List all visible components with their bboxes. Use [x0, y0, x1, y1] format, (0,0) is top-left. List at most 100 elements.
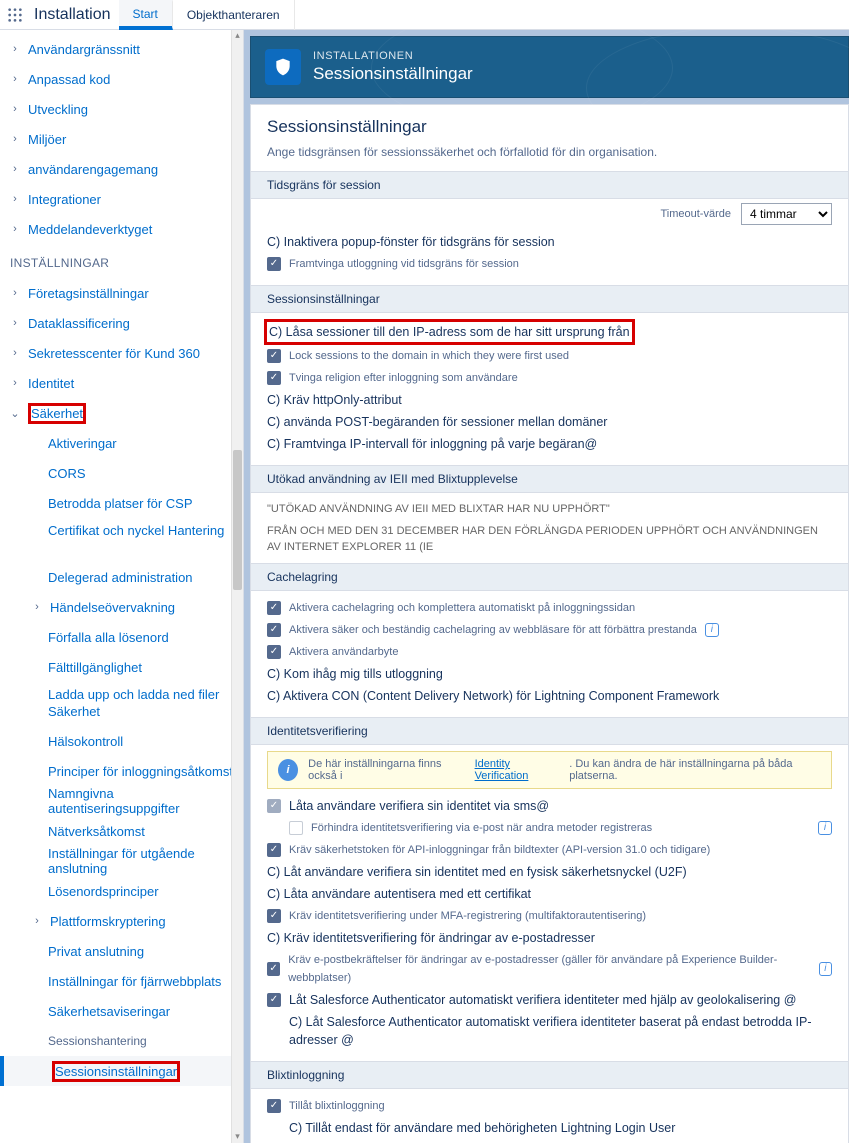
sidebar-item-password-policies[interactable]: Lösenordsprinciper — [0, 876, 243, 906]
checkbox-checked-icon[interactable] — [267, 645, 281, 659]
scroll-up-icon[interactable]: ▴ — [232, 30, 243, 42]
sidebar-item-security-alerts[interactable]: Säkerhetsaviseringar — [0, 996, 243, 1026]
session-httponly[interactable]: C) Kräv httpOnly-attribut — [267, 389, 832, 411]
checkbox-checked-icon[interactable] — [267, 371, 281, 385]
timeout-disable-popup[interactable]: C) Inaktivera popup-fönster för tidsgrän… — [267, 231, 832, 253]
sidebar-item-field-accessibility[interactable]: Fälttillgänglighet — [0, 652, 243, 682]
idv-block-email[interactable]: Förhindra identitetsverifiering via e-po… — [267, 817, 832, 839]
sidebar-item-remote-site[interactable]: Inställningar för fjärrwebbplats — [0, 966, 243, 996]
setting-label: Tillåt blixtinloggning — [289, 1097, 385, 1115]
sidebar-scrollbar[interactable]: ▴ ▾ — [231, 30, 243, 1143]
sidebar-item-outbound-conn[interactable]: Inställningar för utgående anslutning — [0, 846, 243, 876]
sidebar-item-environments[interactable]: ›Miljöer — [0, 124, 243, 154]
sidebar-item-label: användarengagemang — [28, 162, 158, 177]
checkbox-checked-icon[interactable] — [267, 909, 281, 923]
session-enforce-ip-range[interactable]: C) Framtvinga IP-intervall för inloggnin… — [267, 433, 832, 455]
main-area: INSTALLATIONEN Sessionsinställningar Ses… — [244, 30, 849, 1143]
idv-email-confirm[interactable]: Kräv e-postbekräftelser för ändringar av… — [267, 949, 832, 989]
cache-login-page[interactable]: Aktivera cachelagring och komplettera au… — [267, 597, 832, 619]
sidebar-item-custom-code[interactable]: ›Anpassad kod — [0, 64, 243, 94]
scroll-thumb[interactable] — [233, 450, 242, 590]
sidebar-item-security[interactable]: ⌄Säkerhet — [0, 398, 243, 428]
sidebar-item-activations[interactable]: Aktiveringar — [0, 428, 243, 458]
sidebar-item-cert-key[interactable]: Certifikat och nyckel Hantering — [0, 518, 243, 562]
cache-user-switching[interactable]: Aktivera användarbyte — [267, 641, 832, 663]
session-lock-ip[interactable]: C) Låsa sessioner till den IP-adress som… — [267, 319, 832, 345]
sidebar-item-label: Förfalla alla lösenord — [48, 630, 169, 645]
checkbox-checked-icon[interactable] — [267, 843, 281, 857]
checkbox-checked-icon[interactable] — [267, 962, 280, 976]
timeout-select[interactable]: 4 timmar — [741, 203, 832, 225]
sidebar-item-label: Identitet — [28, 376, 74, 391]
session-force-relogin[interactable]: Tvinga religion efter inloggning som anv… — [267, 367, 832, 389]
checkbox-checked-icon[interactable] — [267, 623, 281, 637]
idv-email-change[interactable]: C) Kräv identitetsverifiering för ändrin… — [267, 927, 832, 949]
sidebar-item-event-monitoring[interactable]: ›Händelseövervakning — [0, 592, 243, 622]
sidebar-item-label: Fälttillgänglighet — [48, 660, 142, 675]
sidebar-item-platform-encryption[interactable]: ›Plattformskryptering — [0, 906, 243, 936]
sidebar-item-development[interactable]: ›Utveckling — [0, 94, 243, 124]
idv-sms[interactable]: Låta användare verifiera sin identitet v… — [267, 795, 832, 817]
sidebar-item-privacy-center[interactable]: ›Sekretesscenter för Kund 360 — [0, 338, 243, 368]
session-post-crossdomain[interactable]: C) använda POST-begäranden för sessioner… — [267, 411, 832, 433]
sidebar-item-data-classification[interactable]: ›Dataklassificering — [0, 308, 243, 338]
setting-label: Aktivera cachelagring och komplettera au… — [289, 599, 635, 617]
sidebar-item-health-check[interactable]: Hälsokontroll — [0, 726, 243, 756]
cache-browser-secure[interactable]: Aktivera säker och beständig cachelagrin… — [267, 619, 832, 641]
setting-label: C) Låt Salesforce Authenticator automati… — [289, 1013, 832, 1049]
setting-label: C) Kom ihåg mig tills utloggning — [267, 665, 443, 683]
sidebar-item-csp[interactable]: Betrodda platser för CSP — [0, 488, 243, 518]
blixt-only-permitted[interactable]: C) Tillåt endast för användare med behör… — [267, 1117, 832, 1139]
sidebar-item-user-engagement[interactable]: ›användarengagemang — [0, 154, 243, 184]
tab-start[interactable]: Start — [119, 0, 173, 30]
sidebar-item-named-credentials[interactable]: Namngivna autentiseringsuppgifter — [0, 786, 243, 816]
idv-cert-auth[interactable]: C) Låta användare autentisera med ett ce… — [267, 883, 832, 905]
blixt-allow[interactable]: Tillåt blixtinloggning — [267, 1095, 832, 1117]
info-icon[interactable]: i — [819, 962, 832, 976]
chevron-right-icon: › — [8, 377, 22, 389]
sidebar-item-integrations[interactable]: ›Integrationer — [0, 184, 243, 214]
scroll-down-icon[interactable]: ▾ — [232, 1131, 243, 1143]
sidebar-item-label: Lösenordsprinciper — [48, 884, 159, 899]
sidebar-item-ui[interactable]: ›Användargränssnitt — [0, 34, 243, 64]
sidebar-item-session-settings[interactable]: Sessionsinställningar — [0, 1056, 243, 1086]
sidebar-item-delegated-admin[interactable]: Delegerad administration — [0, 562, 243, 592]
session-lock-domain[interactable]: Lock sessions to the domain in which the… — [267, 345, 832, 367]
idv-authenticator-geo[interactable]: Låt Salesforce Authenticator automatiskt… — [267, 989, 832, 1011]
sidebar-item-cors[interactable]: CORS — [0, 458, 243, 488]
chevron-right-icon: › — [30, 915, 44, 927]
sidebar-item-label: Principer för inloggningsåtkomst — [48, 764, 233, 779]
idv-note-link[interactable]: Identity Verification — [475, 758, 560, 782]
section-idv-heading: Identitetsverifiering — [251, 717, 848, 745]
checkbox-checked-icon[interactable] — [267, 349, 281, 363]
chevron-right-icon: › — [8, 133, 22, 145]
sidebar-item-network-access[interactable]: Nätverksåtkomst — [0, 816, 243, 846]
cache-remember-me[interactable]: C) Kom ihåg mig tills utloggning — [267, 663, 832, 685]
idv-u2f[interactable]: C) Låt användare verifiera sin identitet… — [267, 861, 832, 883]
checkbox-checked-icon[interactable] — [267, 1099, 281, 1113]
timeout-force-logout[interactable]: Framtvinga utloggning vid tidsgräns för … — [267, 253, 832, 275]
sidebar-item-notification-tool[interactable]: ›Meddelandeverktyget — [0, 214, 243, 244]
sidebar-item-file-upload-security[interactable]: Ladda upp och ladda ned filer Säkerhet — [0, 682, 243, 726]
idv-mfa-reg[interactable]: Kräv identitetsverifiering under MFA-reg… — [267, 905, 832, 927]
sidebar-item-company-settings[interactable]: ›Företagsinställningar — [0, 278, 243, 308]
idv-authenticator-trusted-ip[interactable]: C) Låt Salesforce Authenticator automati… — [267, 1011, 832, 1051]
cache-cdn[interactable]: C) Aktivera CON (Content Delivery Networ… — [267, 685, 832, 707]
info-icon[interactable]: i — [818, 821, 832, 835]
checkbox-checked-icon[interactable] — [267, 257, 281, 271]
app-launcher-icon[interactable] — [0, 0, 30, 30]
sidebar-item-identity[interactable]: › Identitet — [0, 368, 243, 398]
sidebar-item-login-access[interactable]: Principer för inloggningsåtkomst — [0, 756, 243, 786]
sidebar-item-session-mgmt[interactable]: Sessionshantering — [0, 1026, 243, 1056]
tab-object-manager[interactable]: Objekthanteraren — [173, 0, 295, 30]
sidebar-item-expire-passwords[interactable]: Förfalla alla lösenord — [0, 622, 243, 652]
info-icon[interactable]: i — [705, 623, 719, 637]
sidebar-item-private-connect[interactable]: Privat anslutning — [0, 936, 243, 966]
checkbox-checked-icon[interactable] — [267, 993, 281, 1007]
sidebar-item-label: Meddelandeverktyget — [28, 222, 152, 237]
idv-api-token[interactable]: Kräv säkerhetstoken för API-inloggningar… — [267, 839, 832, 861]
setting-label: C) Framtvinga IP-intervall för inloggnin… — [267, 435, 597, 453]
idv-note-text: De här inställningarna finns också i — [308, 758, 464, 782]
checkbox-checked-icon[interactable] — [267, 601, 281, 615]
sidebar-item-label: Betrodda platser för CSP — [48, 496, 193, 511]
